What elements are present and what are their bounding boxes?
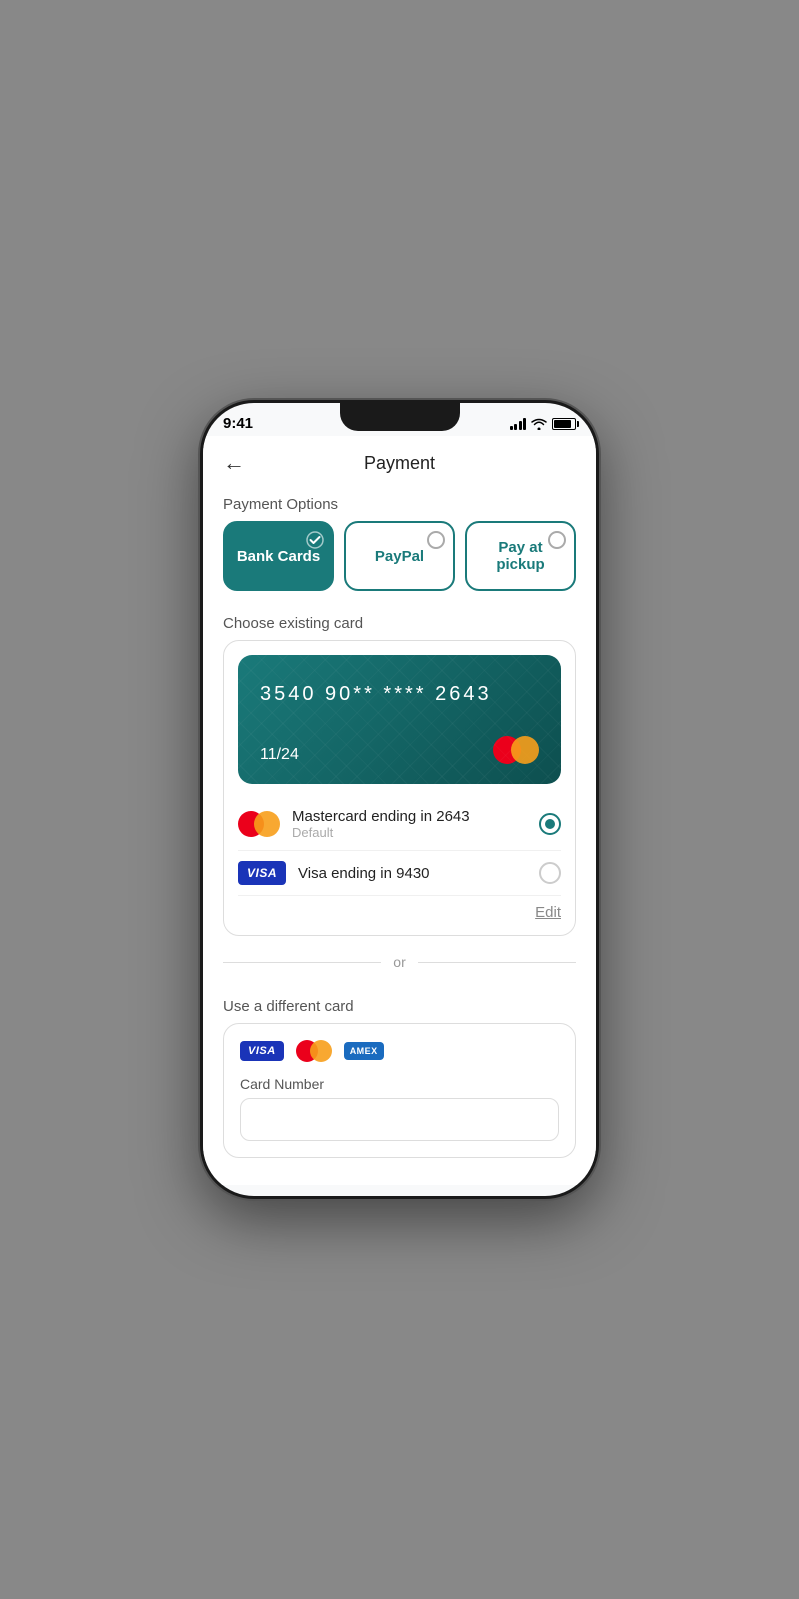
- card-number-label: Card Number: [240, 1076, 559, 1092]
- status-bar: 9:41: [203, 403, 596, 436]
- wifi-icon: [531, 418, 547, 430]
- visa-radio[interactable]: [539, 862, 561, 884]
- payment-options: Bank Cards PayPal Pay at pickup: [203, 521, 596, 605]
- payment-option-paypal[interactable]: PayPal: [344, 521, 455, 591]
- paypal-radio: [427, 531, 445, 549]
- paypal-label: PayPal: [375, 548, 424, 565]
- or-label: or: [393, 954, 405, 970]
- diff-card-label: Use a different card: [203, 988, 596, 1023]
- header: ← Payment: [203, 436, 596, 486]
- mastercard-name: Mastercard ending in 2643: [292, 808, 539, 825]
- existing-card-label: Choose existing card: [203, 605, 596, 640]
- status-time: 9:41: [223, 415, 253, 432]
- mastercard-info: Mastercard ending in 2643 Default: [292, 808, 539, 840]
- or-divider: or: [203, 936, 596, 988]
- card-pattern: [238, 655, 561, 784]
- pay-at-pickup-radio: [548, 531, 566, 549]
- card-list-item-visa[interactable]: VISA Visa ending in 9430: [238, 851, 561, 896]
- diff-card-section: VISA AMEX Card Number: [223, 1023, 576, 1158]
- visa-badge: VISA: [238, 861, 286, 885]
- payment-option-bank-cards[interactable]: Bank Cards: [223, 521, 334, 591]
- card-visual: 3540 90** **** 2643 11/24: [238, 655, 561, 784]
- back-button[interactable]: ←: [223, 450, 245, 476]
- battery-icon: [552, 418, 576, 430]
- bank-cards-radio: [306, 531, 324, 549]
- visa-accepted-icon: VISA: [240, 1041, 284, 1061]
- mastercard-radio[interactable]: [539, 813, 561, 835]
- mc-orange-circle: [511, 736, 539, 764]
- card-number-input[interactable]: [240, 1098, 559, 1141]
- signal-icon: [510, 418, 527, 430]
- visa-info: Visa ending in 9430: [298, 865, 539, 882]
- card-logos-row: VISA AMEX: [240, 1040, 559, 1062]
- existing-card-section: 3540 90** **** 2643 11/24: [223, 640, 576, 936]
- payment-options-label: Payment Options: [203, 486, 596, 521]
- bank-cards-label: Bank Cards: [237, 548, 320, 565]
- phone-screen: 9:41 ← Payment: [203, 403, 596, 1196]
- card-list-item-mastercard[interactable]: Mastercard ending in 2643 Default: [238, 798, 561, 851]
- page-title: Payment: [364, 453, 435, 474]
- screen-content: ← Payment Payment Options Bank Cards: [203, 436, 596, 1185]
- edit-link[interactable]: Edit: [238, 896, 561, 921]
- or-line-right: [418, 962, 576, 963]
- status-icons: [510, 418, 577, 430]
- mastercard-radio-inner: [545, 819, 555, 829]
- mastercard-accepted-icon: [296, 1040, 332, 1062]
- mastercard-default: Default: [292, 825, 539, 840]
- or-line-left: [223, 962, 381, 963]
- visa-brand-icon: VISA: [238, 861, 286, 885]
- amex-accepted-icon: AMEX: [344, 1042, 384, 1060]
- mastercard-brand-icon: [238, 811, 280, 837]
- payment-option-pay-at-pickup[interactable]: Pay at pickup: [465, 521, 576, 591]
- phone-frame: 9:41 ← Payment: [200, 400, 599, 1199]
- visa-name: Visa ending in 9430: [298, 865, 539, 882]
